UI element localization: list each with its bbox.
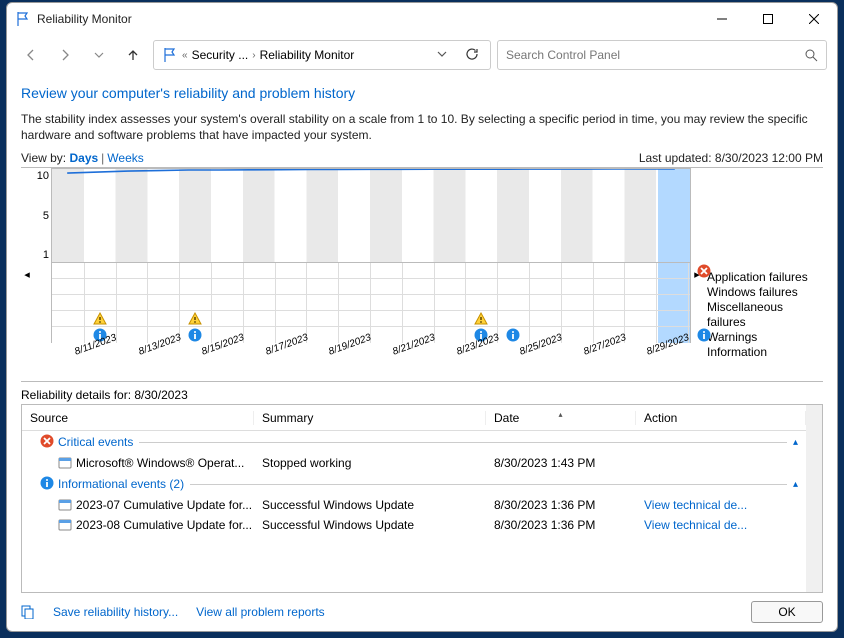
search-input[interactable]: Search Control Panel	[497, 40, 827, 70]
reliability-chart: ◂ 10 5 1	[21, 167, 823, 382]
warning-marker[interactable]	[84, 311, 116, 326]
breadcrumb-root-chevron[interactable]: «	[182, 50, 188, 61]
action-link[interactable]: View technical de...	[644, 518, 747, 532]
collapse-icon: ▴	[793, 437, 798, 448]
sort-arrow-icon: ▴	[558, 410, 562, 419]
chart-scroll-left[interactable]: ◂	[21, 168, 33, 381]
view-weeks-link[interactable]: Weeks	[107, 151, 143, 165]
action-link[interactable]: View technical de...	[644, 498, 747, 512]
search-placeholder: Search Control Panel	[506, 48, 804, 62]
reliability-monitor-window: Reliability Monitor « Security ... › Rel…	[6, 2, 838, 632]
nav-back-button[interactable]	[17, 41, 45, 69]
view-all-reports-link[interactable]: View all problem reports	[196, 605, 325, 619]
save-icon	[21, 605, 35, 619]
detail-group[interactable]: Critical events▴	[22, 431, 806, 453]
titlebar: Reliability Monitor	[7, 3, 837, 35]
page-title: Review your computer's reliability and p…	[21, 85, 823, 101]
detail-group[interactable]: Informational events (2)▴	[22, 473, 806, 495]
info-marker[interactable]	[497, 327, 529, 343]
col-source[interactable]: Source	[22, 411, 254, 425]
details-panel: Source Summary ▴Date Action Critical eve…	[21, 404, 823, 593]
x-axis-dates: 8/11/20238/13/20238/15/20238/17/20238/19…	[51, 343, 691, 381]
stability-line	[52, 169, 690, 262]
close-button[interactable]	[791, 3, 837, 35]
chart-plot[interactable]	[51, 168, 691, 263]
chart-event-rows[interactable]	[51, 263, 691, 343]
toolbar: « Security ... › Reliability Monitor Sea…	[7, 35, 837, 75]
search-icon	[804, 48, 818, 62]
breadcrumb-flag-icon	[162, 47, 178, 63]
save-history-link[interactable]: Save reliability history...	[53, 605, 178, 619]
warning-marker[interactable]	[465, 311, 497, 326]
view-days-link[interactable]: Days	[69, 151, 98, 165]
detail-row[interactable]: 2023-08 Cumulative Update for...Successf…	[22, 515, 806, 535]
details-body: Critical events▴Microsoft® Windows® Oper…	[22, 431, 806, 535]
details-scrollbar[interactable]	[806, 405, 822, 592]
col-action[interactable]: Action	[636, 411, 806, 425]
view-by-row: View by: Days | Weeks Last updated: 8/30…	[21, 151, 823, 165]
nav-up-button[interactable]	[119, 41, 147, 69]
minimize-button[interactable]	[699, 3, 745, 35]
info-marker[interactable]	[688, 327, 720, 343]
breadcrumb-dropdown[interactable]	[430, 48, 454, 62]
breadcrumb[interactable]: « Security ... › Reliability Monitor	[153, 40, 491, 70]
nav-recent-dropdown[interactable]	[85, 41, 113, 69]
breadcrumb-current[interactable]: Reliability Monitor	[260, 48, 355, 62]
ok-button[interactable]: OK	[751, 601, 823, 623]
view-by-label: View by:	[21, 151, 66, 165]
footer: Save reliability history... View all pro…	[7, 593, 837, 631]
refresh-button[interactable]	[458, 47, 486, 64]
app-flag-icon	[15, 11, 31, 27]
details-header: Source Summary ▴Date Action	[22, 405, 806, 431]
col-summary[interactable]: Summary	[254, 411, 486, 425]
maximize-button[interactable]	[745, 3, 791, 35]
breadcrumb-parent[interactable]: Security ...	[192, 48, 249, 62]
collapse-icon: ▴	[793, 479, 798, 490]
content-area: Review your computer's reliability and p…	[7, 75, 837, 593]
detail-row[interactable]: 2023-07 Cumulative Update for...Successf…	[22, 495, 806, 515]
col-date[interactable]: ▴Date	[486, 411, 636, 425]
page-description: The stability index assesses your system…	[21, 111, 823, 143]
info-marker[interactable]	[179, 327, 211, 343]
chart-legend: Application failures Windows failures Mi…	[703, 168, 823, 381]
appfailure-marker[interactable]	[688, 263, 720, 278]
detail-row[interactable]: Microsoft® Windows® Operat...Stopped wor…	[22, 453, 806, 473]
details-title: Reliability details for: 8/30/2023	[21, 388, 823, 402]
warning-marker[interactable]	[179, 311, 211, 326]
window-title: Reliability Monitor	[37, 12, 699, 26]
nav-forward-button[interactable]	[51, 41, 79, 69]
y-axis: 10 5 1	[33, 168, 51, 263]
chevron-right-icon: ›	[252, 50, 255, 61]
